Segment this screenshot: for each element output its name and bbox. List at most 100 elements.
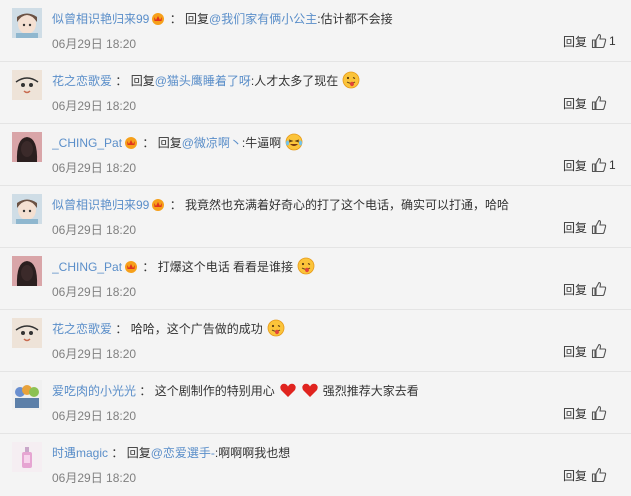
timestamp: 06月29日 18:20	[52, 409, 137, 423]
mention-link[interactable]: @微凉啊丶	[182, 136, 242, 150]
like-button[interactable]	[591, 95, 619, 111]
comment-text: 这个剧制作的特别用心	[154, 384, 275, 398]
dark-hair-avatar-icon	[12, 132, 42, 162]
colon: ：	[112, 74, 131, 88]
vip-crown-icon	[125, 261, 138, 273]
username[interactable]: 花之恋歌爱	[52, 74, 112, 88]
like-button[interactable]	[591, 467, 619, 483]
thumbs-up-icon	[591, 95, 607, 111]
group-avatar-icon	[12, 380, 42, 410]
mention-link[interactable]: @我们家有俩小公主	[209, 12, 317, 26]
comment-text: :估计都不会接	[317, 12, 393, 26]
colon: ：	[166, 198, 186, 212]
timestamp: 06月29日 18:20	[52, 99, 137, 113]
avatar[interactable]	[12, 194, 42, 224]
comment-item: _CHING_Pat ： 打爆这个电话 看看是谁接 06月29日 18:20 回…	[0, 248, 631, 310]
tongue-out-emoji-icon	[267, 319, 285, 337]
cartoon-face-avatar-icon	[12, 318, 42, 348]
like-button[interactable]	[591, 281, 619, 297]
colon: ：	[166, 12, 186, 26]
username[interactable]: 时遇magic	[52, 446, 108, 460]
thumbs-up-icon	[591, 33, 607, 49]
username[interactable]: 花之恋歌爱	[52, 322, 112, 336]
mention-link[interactable]: @猫头鹰睡着了呀	[155, 74, 251, 88]
like-count: 1	[609, 158, 616, 172]
reply-button[interactable]: 回复	[563, 467, 587, 484]
perfume-bottle-avatar-icon	[12, 442, 42, 472]
thumbs-up-icon	[591, 281, 607, 297]
like-button[interactable]	[591, 343, 619, 359]
comment-item: 爱吃肉的小光光 ： 这个剧制作的特别用心 强烈推荐大家去看 06月29日 18:2…	[0, 372, 631, 434]
comment-item: 时遇magic ： 回复@恋爱選手-:啊啊啊我也想 06月29日 18:20 回…	[0, 434, 631, 496]
colon: ：	[136, 384, 155, 398]
reply-button[interactable]: 回复	[563, 281, 587, 298]
thumbs-up-icon	[591, 219, 607, 235]
comment-item: 似曾相识艳归来99 ： 回复@我们家有俩小公主:估计都不会接 06月29日 18…	[0, 0, 631, 62]
thumbs-up-icon	[591, 343, 607, 359]
comment-item: _CHING_Pat ： 回复@微凉啊丶:牛逼啊 06月29日 18:20 回复…	[0, 124, 631, 186]
avatar[interactable]	[12, 256, 42, 286]
comment-text: 打爆这个电话 看看是谁接	[157, 260, 294, 274]
avatar[interactable]	[12, 132, 42, 162]
mention-link[interactable]: @恋爱選手-	[151, 446, 215, 460]
comment-text: :牛逼啊	[241, 136, 282, 150]
comment-text: 我竟然也充满着好奇心的打了这个电话，确实可以打通，哈哈	[185, 198, 510, 212]
like-button[interactable]: 1	[591, 157, 619, 173]
timestamp: 06月29日 18:20	[52, 285, 137, 299]
username[interactable]: 似曾相识艳归来99	[52, 12, 149, 26]
comment-item: 花之恋歌爱 ： 回复@猫头鹰睡着了呀:人才太多了现在 06月29日 18:20 …	[0, 62, 631, 124]
avatar[interactable]	[12, 380, 42, 410]
timestamp: 06月29日 18:20	[52, 223, 137, 237]
like-button[interactable]	[591, 219, 619, 235]
reply-button[interactable]: 回复	[563, 219, 587, 236]
like-count: 1	[609, 34, 616, 48]
reply-button[interactable]: 回复	[563, 95, 587, 112]
username[interactable]: _CHING_Pat	[52, 136, 122, 150]
colon: ：	[108, 446, 127, 460]
timestamp: 06月29日 18:20	[52, 471, 137, 485]
comment-text: 哈哈，这个广告做的成功	[130, 322, 263, 336]
reply-button[interactable]: 回复	[563, 157, 587, 174]
like-button[interactable]	[591, 405, 619, 421]
colon: ：	[139, 260, 158, 274]
comment-text: :人才太多了现在	[250, 74, 339, 88]
reply-prefix: 回复	[126, 446, 151, 460]
cartoon-face-avatar-icon	[12, 70, 42, 100]
comment-text-2: 强烈推荐大家去看	[322, 384, 419, 398]
timestamp: 06月29日 18:20	[52, 347, 137, 361]
reply-button[interactable]: 回复	[563, 405, 587, 422]
avatar[interactable]	[12, 442, 42, 472]
reply-button[interactable]: 回复	[563, 343, 587, 360]
comment-item: 花之恋歌爱 ： 哈哈，这个广告做的成功 06月29日 18:20 回复	[0, 310, 631, 372]
red-heart-icon	[279, 383, 296, 397]
dark-hair-avatar-icon	[12, 256, 42, 286]
reply-button[interactable]: 回复	[563, 33, 587, 50]
timestamp: 06月29日 18:20	[52, 37, 137, 51]
anime-girl-avatar-icon	[12, 8, 42, 38]
thumbs-up-icon	[591, 405, 607, 421]
tongue-out-emoji-icon	[342, 71, 360, 89]
avatar[interactable]	[12, 70, 42, 100]
laughing-tears-emoji-icon	[285, 133, 303, 151]
username[interactable]: 似曾相识艳归来99	[52, 198, 149, 212]
avatar[interactable]	[12, 318, 42, 348]
colon: ：	[139, 136, 158, 150]
vip-crown-icon	[152, 199, 165, 211]
anime-girl-avatar-icon	[12, 194, 42, 224]
comment-item: 似曾相识艳归来99 ： 我竟然也充满着好奇心的打了这个电话，确实可以打通，哈哈 …	[0, 186, 631, 248]
reply-prefix: 回复	[185, 12, 210, 26]
timestamp: 06月29日 18:20	[52, 161, 137, 175]
thumbs-up-icon	[591, 157, 607, 173]
comment-text: :啊啊啊我也想	[214, 446, 291, 460]
thumbs-up-icon	[591, 467, 607, 483]
username[interactable]: _CHING_Pat	[52, 260, 122, 274]
reply-prefix: 回复	[130, 74, 155, 88]
reply-prefix: 回复	[157, 136, 182, 150]
comment-list: 似曾相识艳归来99 ： 回复@我们家有俩小公主:估计都不会接 06月29日 18…	[0, 0, 631, 495]
avatar[interactable]	[12, 8, 42, 38]
username[interactable]: 爱吃肉的小光光	[52, 384, 136, 398]
red-heart-icon	[301, 383, 318, 397]
vip-crown-icon	[152, 13, 165, 25]
like-button[interactable]: 1	[591, 33, 619, 49]
tongue-out-emoji-icon	[297, 257, 315, 275]
